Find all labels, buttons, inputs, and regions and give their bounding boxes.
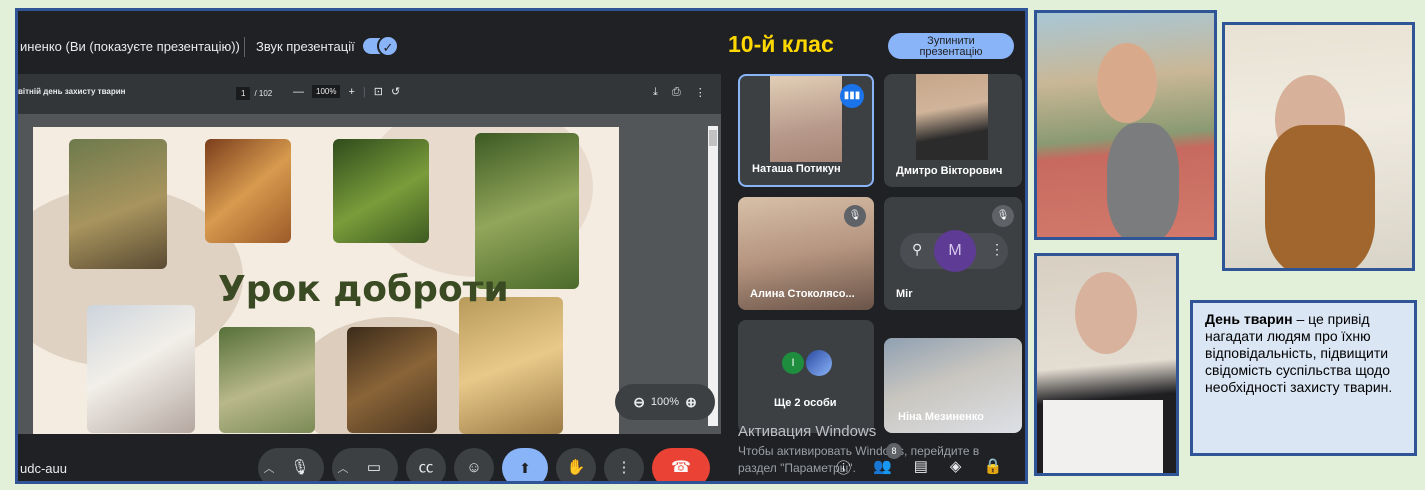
people-icon[interactable]: 👥: [873, 457, 892, 478]
pdf-zoom-controls: — 100% + | ⊡ ↺: [293, 85, 401, 98]
zoom-pill-value: 100%: [650, 396, 680, 408]
student-photo-drawing: [1034, 253, 1179, 476]
fit-page-icon[interactable]: ⊡: [374, 85, 383, 98]
chevron-up-icon[interactable]: ︿: [332, 460, 354, 476]
slide-photo: [475, 133, 579, 289]
student-photo-dog: [1222, 22, 1415, 271]
slide-photo: [205, 139, 291, 243]
participant-name: Ніна Мезиненко: [898, 411, 984, 423]
call-controls: ︿ 🎙 ︿ ▭ ㏄ ☺ ⬆ ✋ ⋮ ☎: [258, 448, 710, 481]
participant-tile[interactable]: Ніна Мезиненко: [884, 338, 1022, 433]
avatar: [806, 350, 832, 376]
meet-screenshot: иненко (Ви (показуєте презентацію)) Звук…: [15, 8, 1028, 484]
divider: [244, 37, 245, 57]
class-label: 10-й клас: [728, 31, 834, 57]
pdf-toolbar: вітній день захисту тварин 1 / 102 — 100…: [18, 74, 721, 114]
chevron-up-icon[interactable]: ︿: [258, 460, 280, 476]
end-call-icon[interactable]: ☎: [652, 448, 710, 481]
more-vert-icon[interactable]: ⋮: [990, 241, 1004, 258]
participant-name: Алина Стоколясо...: [750, 288, 855, 300]
print-icon[interactable]: ⎙: [672, 86, 681, 99]
avatar: I: [782, 352, 804, 374]
presenter-label: иненко (Ви (показуєте презентацію)): [20, 39, 240, 54]
more-vert-icon[interactable]: ⋮: [695, 86, 706, 99]
zoom-in-icon[interactable]: +: [348, 86, 354, 98]
pdf-viewer: вітній день захисту тварин 1 / 102 — 100…: [18, 74, 721, 434]
participant-video: [770, 76, 842, 162]
pdf-page-indicator: 1 / 102: [236, 87, 272, 100]
side-panel-controls: ⓘ 👥 ▤ ◈ 🔒: [836, 457, 1002, 478]
activation-watermark-title: Активация Windows: [738, 423, 877, 440]
student-photo-cat: [1034, 10, 1217, 240]
zoom-out-icon[interactable]: ⊖: [633, 394, 645, 411]
pdf-scrollbar[interactable]: [708, 126, 718, 426]
slide-photo: [459, 297, 563, 434]
presentation-sound-toggle[interactable]: ✓: [363, 35, 399, 57]
info-icon[interactable]: ⓘ: [836, 457, 851, 478]
rotate-icon[interactable]: ↺: [391, 85, 400, 98]
participant-name: Mir: [896, 288, 913, 300]
pin-icon[interactable]: ⚲: [912, 241, 922, 258]
participant-tile[interactable]: Дмитро Вікторович: [884, 74, 1022, 187]
present-screen-icon[interactable]: ⬆: [502, 448, 548, 481]
host-controls-icon[interactable]: 🔒: [983, 457, 1002, 478]
drawing-paper: [1043, 400, 1163, 473]
mic-off-icon: 🎙: [992, 205, 1014, 227]
slide-photo: [333, 139, 429, 243]
stop-presenting-button[interactable]: Зупинити презентацію: [888, 33, 1014, 59]
stop-presenting-label: Зупинити презентацію: [919, 35, 983, 58]
check-icon: ✓: [377, 35, 399, 57]
avatar: M: [934, 230, 976, 272]
more-options-icon[interactable]: ⋮: [604, 448, 644, 481]
tile-hover-controls: ⚲ M ⋮: [900, 230, 1008, 272]
raise-hand-icon[interactable]: ✋: [556, 448, 596, 481]
slide-photo: [219, 327, 315, 433]
caption-box: День тварин – це привід нагадати людям п…: [1190, 300, 1417, 456]
scrollbar-thumb[interactable]: [709, 130, 717, 146]
dog-shape: [1265, 125, 1375, 268]
face-shape: [1075, 272, 1137, 354]
zoom-value[interactable]: 100%: [312, 85, 341, 98]
slide-photo: [347, 327, 437, 433]
slide: Урок доброти: [33, 127, 619, 434]
emoji-icon[interactable]: ☺: [454, 448, 494, 481]
participant-video: [916, 74, 988, 160]
pdf-actions: ⤓ ⎙ ⋮: [653, 86, 706, 99]
speaking-indicator-icon: ▮▮▮: [840, 84, 864, 108]
mic-off-icon: 🎙: [844, 205, 866, 227]
zoom-pill: ⊖ 100% ⊕: [615, 384, 715, 420]
mic-control: ︿ 🎙: [258, 448, 324, 481]
camera-control: ︿ ▭: [332, 448, 398, 481]
participant-name: Наташа Потикун: [752, 163, 841, 175]
chat-icon[interactable]: ▤: [914, 457, 928, 478]
camera-icon[interactable]: ▭: [354, 448, 394, 481]
face-shape: [1097, 43, 1157, 123]
captions-icon[interactable]: ㏄: [406, 448, 446, 481]
meeting-code: udc-auu: [20, 461, 67, 476]
slide-title: Урок доброти: [218, 269, 509, 310]
cat-shape: [1107, 123, 1179, 237]
zoom-in-icon[interactable]: ⊕: [685, 394, 697, 411]
download-icon[interactable]: ⤓: [653, 86, 658, 99]
participant-tile[interactable]: 🎙 Алина Стоколясо...: [738, 197, 874, 310]
participant-tile[interactable]: I Ще 2 особи: [738, 320, 874, 433]
participant-tile[interactable]: 🎙 ⚲ M ⋮ Mir: [884, 197, 1022, 310]
presentation-topbar: иненко (Ви (показуєте презентацію)) Звук…: [18, 11, 1025, 67]
pdf-title: вітній день захисту тварин: [18, 87, 126, 96]
mic-icon[interactable]: 🎙: [280, 448, 320, 481]
participant-tile[interactable]: ▮▮▮ Наташа Потикун: [738, 74, 874, 187]
activities-icon[interactable]: ◈: [950, 457, 962, 478]
slide-photo: [69, 139, 167, 269]
participant-name: Дмитро Вікторович: [896, 165, 1003, 177]
page-input[interactable]: 1: [236, 87, 251, 100]
slide-photo: [87, 305, 195, 433]
participant-name: Ще 2 особи: [774, 397, 837, 409]
page-total: / 102: [254, 89, 273, 98]
caption-bold: День тварин: [1205, 311, 1293, 327]
presentation-sound-label: Звук презентації: [256, 39, 355, 54]
zoom-out-icon[interactable]: —: [293, 86, 304, 98]
